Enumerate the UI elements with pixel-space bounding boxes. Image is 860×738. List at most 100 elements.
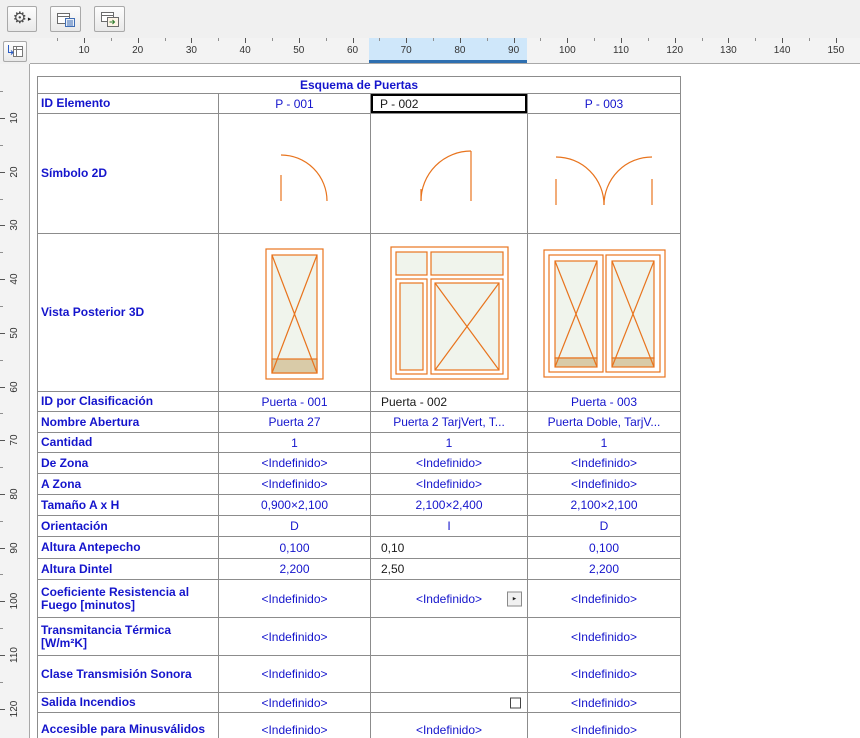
ruler-tick: [0, 413, 3, 415]
schedule-cell[interactable]: D: [528, 516, 681, 537]
schedule-cell[interactable]: <Indefinido>: [219, 618, 371, 656]
schedule-cell[interactable]: <Indefinido>: [528, 656, 681, 693]
schedule-cell[interactable]: <Indefinido>: [219, 693, 371, 713]
schedule-cell[interactable]: <Indefinido>: [371, 713, 528, 738]
table-row: Clase Transmisión Sonora <Indefinido> <I…: [38, 656, 681, 693]
schedule-cell-edited[interactable]: Puerta - 002: [371, 392, 528, 412]
salida-incendios-checkbox[interactable]: [510, 697, 521, 708]
cell-vista3d-p002[interactable]: [371, 234, 528, 392]
ruler-tick: [298, 38, 300, 43]
ruler-tick: [755, 38, 757, 41]
ruler-tick: [0, 225, 5, 227]
schedule-cell[interactable]: Puerta - 001: [219, 392, 371, 412]
ruler-label: 10: [78, 45, 90, 56]
cell-element-id-p003[interactable]: P - 003: [528, 94, 681, 114]
schedule-cell[interactable]: <Indefinido>: [219, 474, 371, 495]
horizontal-ruler: 10 20 30 40 50 60 70 80 90 100 110 120 130 140 150: [30, 38, 860, 64]
ruler-label: 20: [8, 166, 20, 178]
table-row: De Zona <Indefinido> <Indefinido> <Indef…: [38, 453, 681, 474]
scheme-settings-button[interactable]: [50, 6, 81, 32]
schedule-cell[interactable]: <Indefinido>: [371, 474, 528, 495]
table-row: A Zona <Indefinido> <Indefinido> <Indefi…: [38, 474, 681, 495]
schedule-cell[interactable]: 2,200: [219, 559, 371, 580]
schedule-cell[interactable]: <Indefinido> ▸: [371, 580, 528, 618]
ruler-tick: [0, 601, 5, 603]
schedule-cell[interactable]: <Indefinido>: [528, 693, 681, 713]
schedule-cell[interactable]: 0,100: [219, 537, 371, 559]
display-options-icon: [100, 11, 119, 27]
ruler-options-button[interactable]: [3, 41, 27, 62]
table-row: Tamaño A x H 0,900×2,100 2,100×2,400 2,1…: [38, 495, 681, 516]
schedule-cell[interactable]: 1: [219, 433, 371, 453]
schedule-cell[interactable]: 2,200: [528, 559, 681, 580]
schedule-cell[interactable]: <Indefinido>: [528, 453, 681, 474]
ruler-tick: [0, 681, 3, 683]
schedule-cell[interactable]: Puerta - 003: [528, 392, 681, 412]
ruler-label: 90: [508, 45, 520, 56]
ruler-tick: [594, 38, 596, 41]
schedule-cell[interactable]: <Indefinido>: [219, 453, 371, 474]
schedule-cell[interactable]: <Indefinido>: [528, 580, 681, 618]
schedule-cell[interactable]: [371, 618, 528, 656]
cell-symbol2d-p002[interactable]: [371, 114, 528, 234]
ruler-tick: [57, 38, 59, 41]
row-label-altura-dintel: Altura Dintel: [38, 559, 219, 580]
schedule-cell[interactable]: 1: [371, 433, 528, 453]
table-row: Nombre Abertura Puerta 27 Puerta 2 TarjV…: [38, 412, 681, 433]
ruler-tick: [191, 38, 193, 43]
cell-element-id-p002-selected[interactable]: P - 002: [371, 94, 528, 114]
schedule-cell[interactable]: <Indefinido>: [528, 618, 681, 656]
ruler-tick: [0, 493, 5, 495]
schedule-cell[interactable]: [371, 693, 528, 713]
cell-text: <Indefinido>: [415, 591, 483, 606]
schedule-cell[interactable]: 0,900×2,100: [219, 495, 371, 516]
ruler-tick: [540, 38, 542, 41]
schedule-cell-edited[interactable]: 0,10: [371, 537, 528, 559]
ruler-label: 110: [613, 45, 629, 56]
schedule-cell[interactable]: Puerta 2 TarjVert, T...: [371, 412, 528, 433]
door-2d-double-swing-icon: [555, 155, 653, 205]
ruler-label: 50: [293, 45, 305, 56]
ruler-tick: [647, 38, 649, 41]
cell-symbol2d-p003[interactable]: [528, 114, 681, 234]
cell-element-id-p001[interactable]: P - 001: [219, 94, 371, 114]
schedule-cell[interactable]: <Indefinido>: [371, 453, 528, 474]
schedule-cell[interactable]: 2,100×2,100: [528, 495, 681, 516]
coeficiente-dropdown-button[interactable]: ▸: [507, 591, 522, 606]
settings-gear-button[interactable]: ⚙ ▸: [7, 6, 37, 32]
ruler-tick: [0, 252, 3, 254]
schedule-cell[interactable]: 0,100: [528, 537, 681, 559]
door-2d-single-open-icon: [420, 149, 472, 201]
ruler-tick: [84, 38, 85, 43]
toolbar: ⚙ ▸: [0, 0, 860, 38]
schedule-cell-edited[interactable]: 2,50: [371, 559, 528, 580]
schedule-cell[interactable]: Puerta 27: [219, 412, 371, 433]
schedule-cell[interactable]: <Indefinido>: [528, 474, 681, 495]
door-3d-double-icon: [543, 248, 666, 378]
schedule-cell[interactable]: [371, 656, 528, 693]
schedule-cell[interactable]: D: [219, 516, 371, 537]
ruler-label: 30: [185, 45, 197, 56]
ruler-label: 110: [8, 647, 20, 663]
cell-vista3d-p001[interactable]: [219, 234, 371, 392]
row-label-cantidad: Cantidad: [38, 433, 219, 453]
ruler-tick: [621, 38, 622, 43]
ruler-tick: [0, 359, 3, 361]
schedule-cell[interactable]: 2,100×2,400: [371, 495, 528, 516]
cell-vista3d-p003[interactable]: [528, 234, 681, 392]
ruler-tick: [674, 38, 676, 43]
schedule-cell[interactable]: I: [371, 516, 528, 537]
ruler-tick: [0, 171, 5, 173]
schedule-cell[interactable]: <Indefinido>: [219, 713, 371, 738]
schedule-cell[interactable]: 1: [528, 433, 681, 453]
ruler-tick: [271, 38, 273, 41]
display-options-button[interactable]: [94, 6, 125, 32]
schedule-cell[interactable]: Puerta Doble, TarjV...: [528, 412, 681, 433]
ruler-tick: [0, 628, 3, 630]
schedule-cell[interactable]: <Indefinido>: [528, 713, 681, 738]
schedule-cell[interactable]: <Indefinido>: [219, 580, 371, 618]
cell-symbol2d-p001[interactable]: [219, 114, 371, 234]
ruler-tick: [701, 38, 703, 41]
schedule-cell[interactable]: <Indefinido>: [219, 656, 371, 693]
ruler-tick: [513, 38, 515, 43]
